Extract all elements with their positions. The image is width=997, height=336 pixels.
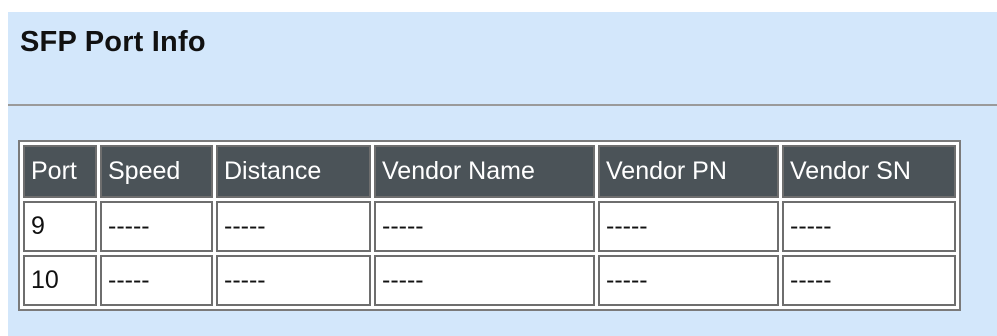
column-header-vendor-pn: Vendor PN bbox=[598, 145, 779, 198]
page-title: SFP Port Info bbox=[20, 26, 206, 58]
cell-speed: ----- bbox=[100, 201, 213, 252]
column-header-port: Port bbox=[23, 145, 97, 198]
header-row: Port Speed Distance Vendor Name Vendor P… bbox=[23, 145, 956, 198]
sfp-port-info-panel: SFP Port Info Port Speed Distance Vendor… bbox=[8, 12, 997, 336]
cell-vendor-sn: ----- bbox=[782, 255, 956, 306]
table-row: 10 ----- ----- ----- ----- ----- bbox=[23, 255, 956, 306]
cell-vendor-pn: ----- bbox=[598, 255, 779, 306]
column-header-vendor-name: Vendor Name bbox=[374, 145, 595, 198]
cell-vendor-pn: ----- bbox=[598, 201, 779, 252]
cell-port: 10 bbox=[23, 255, 97, 306]
column-header-vendor-sn: Vendor SN bbox=[782, 145, 956, 198]
sfp-port-table: Port Speed Distance Vendor Name Vendor P… bbox=[18, 140, 961, 311]
cell-distance: ----- bbox=[216, 255, 371, 306]
cell-port: 9 bbox=[23, 201, 97, 252]
column-header-speed: Speed bbox=[100, 145, 213, 198]
table-body: 9 ----- ----- ----- ----- ----- 10 -----… bbox=[23, 201, 956, 306]
column-header-distance: Distance bbox=[216, 145, 371, 198]
table-row: 9 ----- ----- ----- ----- ----- bbox=[23, 201, 956, 252]
cell-speed: ----- bbox=[100, 255, 213, 306]
cell-distance: ----- bbox=[216, 201, 371, 252]
cell-vendor-name: ----- bbox=[374, 201, 595, 252]
cell-vendor-name: ----- bbox=[374, 255, 595, 306]
title-divider bbox=[8, 104, 997, 106]
table-header: Port Speed Distance Vendor Name Vendor P… bbox=[23, 145, 956, 198]
cell-vendor-sn: ----- bbox=[782, 201, 956, 252]
